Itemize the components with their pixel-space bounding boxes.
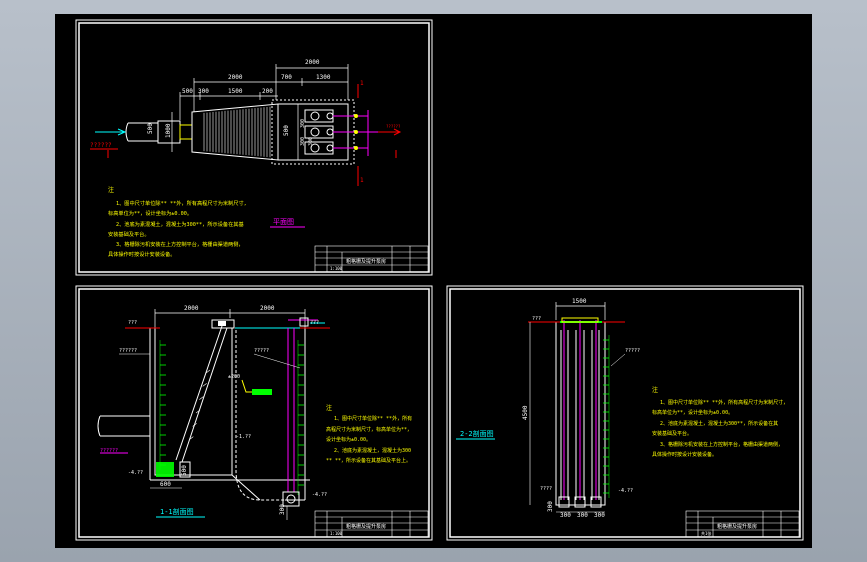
s22-note-4: 3、格栅除污机安装在上方控制平台，格栅由渠道两侧， bbox=[660, 441, 783, 448]
svg-text:???: ??? bbox=[532, 316, 541, 322]
s11-note-2: 设计坐标为±0.00。 bbox=[326, 436, 371, 443]
s11-green-bar bbox=[252, 389, 272, 395]
s22-dim-bottom-0: 300 bbox=[560, 512, 571, 519]
plan-dim-v-5: 300 bbox=[308, 137, 314, 146]
plan-notes-head: 注 bbox=[108, 186, 114, 194]
s22-note-3: 安装基础及平台。 bbox=[652, 430, 692, 437]
s22-dim-bottom-2: 300 bbox=[594, 512, 605, 519]
s22-note-0: 1、图中尺寸单位除** **外，所有高程尺寸为米制尺寸， bbox=[660, 399, 788, 406]
s11-level-left-top: ??? bbox=[128, 320, 137, 326]
s11-level-right-top: ??? bbox=[310, 320, 319, 326]
s11-note-1: 高程尺寸为米制尺寸，标高单位为**， bbox=[326, 426, 412, 433]
plan-dim-v-4: 300 bbox=[300, 137, 306, 146]
plan-dim-low-2: 1500 bbox=[228, 88, 243, 95]
s11-note-3: 2、池底为素混凝土，混凝土为300 bbox=[334, 447, 411, 454]
plan-tb-name: 粗格栅及提升泵房 bbox=[346, 258, 386, 265]
s11-tb-name: 粗格栅及提升泵房 bbox=[346, 523, 386, 530]
plan-note-3: 安装基础及平台。 bbox=[108, 230, 150, 238]
s22-note-2: 2、池底为素混凝土，混凝土为300**，所示设备在其 bbox=[660, 420, 778, 427]
s22-notes-head: 注 bbox=[652, 386, 658, 394]
s11-sump-fill bbox=[156, 462, 174, 477]
s22-title: 2-2剖面图 bbox=[460, 429, 494, 438]
s11-notes-head: 注 bbox=[326, 404, 332, 412]
plan-dim-v-0: 500 bbox=[147, 123, 154, 134]
plan-dim-mid-2: 1300 bbox=[316, 74, 331, 81]
plan-note-5: 具体操作时按设计安装设备。 bbox=[108, 250, 175, 258]
svg-text:-4.??: -4.?? bbox=[618, 488, 633, 494]
s11-dim-bottom-0: 600 bbox=[160, 481, 171, 488]
s11-note-4: ** **，所示设备在其基础及平台上。 bbox=[326, 457, 411, 464]
s11-note-0: 1、图中尺寸单位除** **外，所有 bbox=[334, 415, 412, 422]
svg-text:?????: ????? bbox=[625, 348, 640, 354]
svg-text:±200: ±200 bbox=[228, 374, 240, 380]
s11-level-label-0: ?????? bbox=[119, 348, 137, 354]
s11-tb-scale: 1:100 bbox=[330, 531, 343, 536]
plan-tb-scale: 1:100 bbox=[330, 266, 343, 271]
plan-dim-low-0: 500 bbox=[182, 88, 193, 95]
s11-level-1: -4.?? bbox=[128, 470, 143, 476]
s22-level-label: ???? bbox=[540, 486, 552, 492]
svg-text:300: 300 bbox=[547, 501, 554, 512]
plan-marker-top: 1 bbox=[360, 80, 364, 87]
s22-tb-sheet: 共1张 bbox=[701, 530, 711, 536]
s11-dim-top-1: 2000 bbox=[260, 305, 275, 312]
s22-dim-top: 1500 bbox=[572, 298, 587, 305]
plan-dim-mid-1: 700 bbox=[281, 74, 292, 81]
plan-pipe-label: ?????? bbox=[90, 142, 112, 149]
plan-dim-mid-0: 2000 bbox=[228, 74, 243, 81]
plan-dim-top: 2000 bbox=[305, 59, 320, 66]
cad-window: ?????? ?????? 1 1 2000 2000 700 1300 500… bbox=[0, 0, 867, 562]
s11-title: 1-1剖面图 bbox=[160, 507, 194, 516]
plan-dim-v-2: 500 bbox=[283, 125, 290, 136]
s11-level-2: -4.?? bbox=[312, 492, 327, 498]
plan-note-4: 3、格栅除污机安装在上方控制平台，格栅由渠道两侧， bbox=[116, 240, 244, 248]
plan-dim-v-1: 1000 bbox=[165, 123, 172, 138]
s11-right-label: ????? bbox=[254, 348, 269, 354]
plan-title: 平面图 bbox=[273, 218, 294, 226]
plan-note-1: 标高单位为**，设计坐标为±0.00。 bbox=[108, 209, 192, 217]
plan-dim-v-3: 300 bbox=[300, 119, 306, 128]
svg-text:500: 500 bbox=[181, 465, 188, 476]
s11-dim-bottom-1: 300 bbox=[279, 504, 286, 515]
plan-note-0: 1、图中尺寸单位除** **外，所有高程尺寸为米制尺寸, bbox=[116, 199, 247, 207]
s22-dim-height: 4500 bbox=[522, 405, 529, 420]
s22-note-5: 具体操作时按设计安装设备。 bbox=[652, 451, 717, 458]
plan-note-2: 2、池底为素混凝土，混凝土为300**，所示设备在其基 bbox=[116, 220, 244, 228]
plan-dim-low-1: 300 bbox=[198, 88, 209, 95]
s22-tb-name: 粗格栅及提升泵房 bbox=[717, 523, 757, 530]
s11-dim-top-0: 2000 bbox=[184, 305, 199, 312]
plan-dim-low-3: 200 bbox=[262, 88, 273, 95]
svg-text:??????: ?????? bbox=[386, 124, 401, 129]
s22-note-1: 标高单位为**，设计坐标为±0.00。 bbox=[652, 409, 733, 416]
plan-marker-bottom: 1 bbox=[360, 177, 364, 184]
s11-level-0: -1.?? bbox=[236, 434, 251, 440]
cad-drawing-sheet: ?????? ?????? 1 1 2000 2000 700 1300 500… bbox=[55, 14, 812, 548]
s22-dim-bottom-1: 300 bbox=[577, 512, 588, 519]
